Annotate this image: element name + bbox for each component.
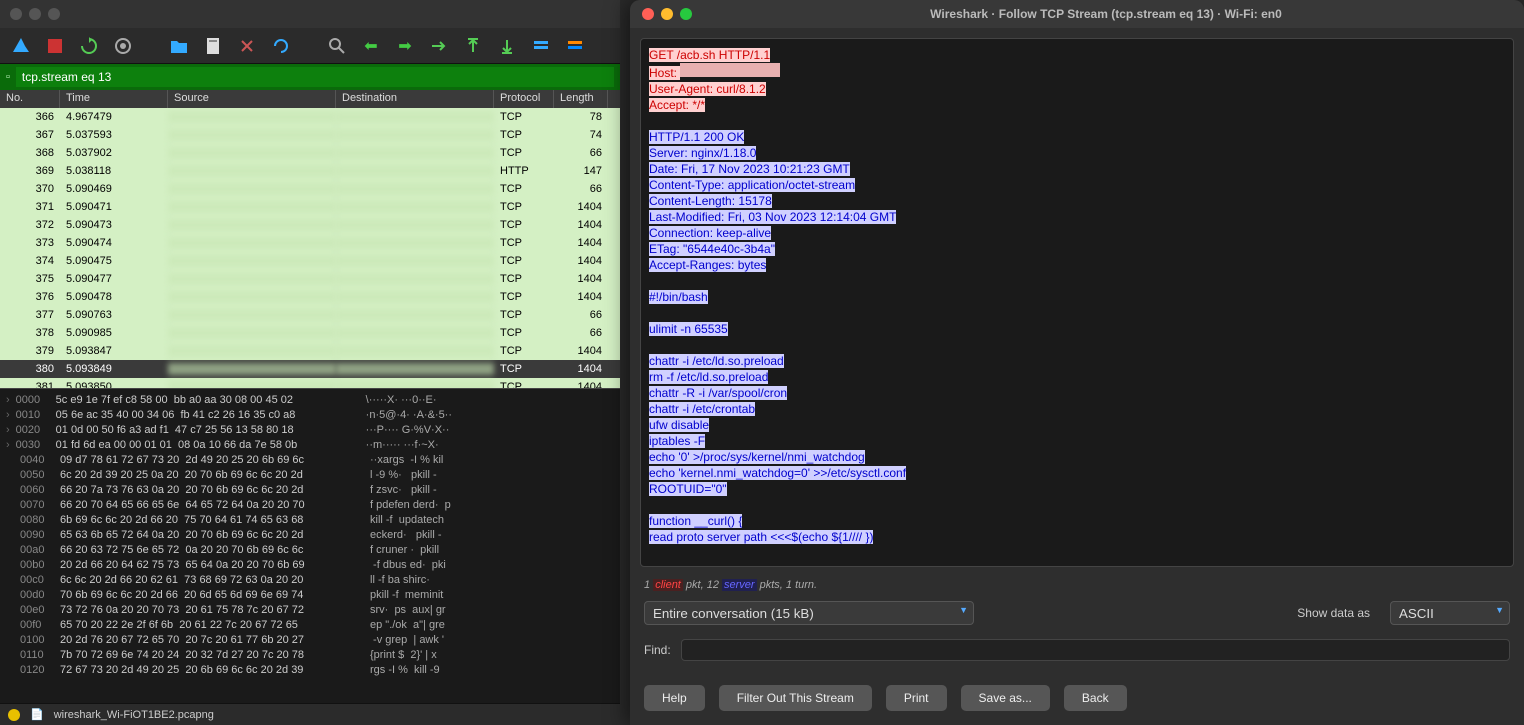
main-titlebar <box>0 0 620 28</box>
table-row[interactable]: 3695.038118 HTTP147 <box>0 162 620 180</box>
table-row[interactable]: 3705.090469 TCP66 <box>0 180 620 198</box>
table-row[interactable]: 3805.093849 TCP1404 <box>0 360 620 378</box>
table-row[interactable]: 3735.090474 TCP1404 <box>0 234 620 252</box>
reload-icon[interactable] <box>270 35 292 57</box>
close-dot[interactable] <box>10 8 22 20</box>
dialog-title: Wireshark · Follow TCP Stream (tcp.strea… <box>700 7 1512 21</box>
table-row[interactable]: 3745.090475 TCP1404 <box>0 252 620 270</box>
capture-file-icon: 📄 <box>30 708 44 721</box>
info-count1: 1 <box>644 579 650 591</box>
display-filter-input[interactable] <box>16 67 614 87</box>
wireshark-main-window: ▫ No. Time Source Destination Protocol L… <box>0 0 620 725</box>
display-filter-bar: ▫ <box>0 64 620 90</box>
colorize-icon[interactable] <box>564 35 586 57</box>
col-dest[interactable]: Destination <box>336 90 494 108</box>
go-forward-icon[interactable] <box>394 35 416 57</box>
info-server: server <box>722 579 757 591</box>
table-row[interactable]: 3785.090985 TCP66 <box>0 324 620 342</box>
table-row[interactable]: 3685.037902 TCP66 <box>0 144 620 162</box>
find-row: Find: <box>630 633 1524 675</box>
expert-info-icon[interactable] <box>8 709 20 721</box>
main-toolbar <box>0 28 620 64</box>
table-row[interactable]: 3664.967479 TCP78 <box>0 108 620 126</box>
go-back-icon[interactable] <box>360 35 382 57</box>
go-to-packet-icon[interactable] <box>428 35 450 57</box>
col-time[interactable]: Time <box>60 90 168 108</box>
print-button[interactable]: Print <box>886 685 947 711</box>
dialog-minimize-icon[interactable] <box>661 8 673 20</box>
follow-stream-dialog: Wireshark · Follow TCP Stream (tcp.strea… <box>630 0 1524 725</box>
stream-info: 1 client pkt, 12 server pkts, 1 turn. <box>630 577 1524 593</box>
filter-out-button[interactable]: Filter Out This Stream <box>719 685 872 711</box>
dialog-close-icon[interactable] <box>642 8 654 20</box>
help-button[interactable]: Help <box>644 685 705 711</box>
col-source[interactable]: Source <box>168 90 336 108</box>
open-file-icon[interactable] <box>168 35 190 57</box>
table-row[interactable]: 3675.037593 TCP74 <box>0 126 620 144</box>
find-label: Find: <box>644 643 671 657</box>
options-icon[interactable] <box>112 35 134 57</box>
packet-list[interactable]: 3664.967479 TCP783675.037593 TCP743685.0… <box>0 108 620 388</box>
dialog-titlebar: Wireshark · Follow TCP Stream (tcp.strea… <box>630 0 1524 28</box>
minimize-dot[interactable] <box>29 8 41 20</box>
dialog-button-row: Help Filter Out This Stream Print Save a… <box>630 675 1524 725</box>
dialog-traffic-lights <box>642 8 692 20</box>
shark-fin-icon[interactable] <box>10 35 32 57</box>
col-proto[interactable]: Protocol <box>494 90 554 108</box>
save-file-icon[interactable] <box>202 35 224 57</box>
stream-text[interactable]: GET /acb.sh HTTP/1.1Host: User-Agent: cu… <box>640 38 1514 567</box>
dialog-zoom-icon[interactable] <box>680 8 692 20</box>
show-data-as-select[interactable]: ASCII <box>1390 601 1510 625</box>
show-data-as-label: Show data as <box>1297 606 1370 620</box>
zoom-dot[interactable] <box>48 8 60 20</box>
packet-list-header: No. Time Source Destination Protocol Len… <box>0 90 620 108</box>
traffic-lights <box>10 8 60 20</box>
col-no[interactable]: No. <box>0 90 60 108</box>
dialog-controls-row: Entire conversation (15 kB) Show data as… <box>630 593 1524 633</box>
find-packet-icon[interactable] <box>326 35 348 57</box>
table-row[interactable]: 3795.093847 TCP1404 <box>0 342 620 360</box>
table-row[interactable]: 3775.090763 TCP66 <box>0 306 620 324</box>
close-file-icon[interactable] <box>236 35 258 57</box>
hex-dump-pane[interactable]: ›00005c e9 1e 7f ef c8 58 00 bb a0 aa 30… <box>0 388 620 703</box>
restart-capture-icon[interactable] <box>78 35 100 57</box>
find-input[interactable] <box>681 639 1510 661</box>
last-packet-icon[interactable] <box>496 35 518 57</box>
table-row[interactable]: 3755.090477 TCP1404 <box>0 270 620 288</box>
status-file-name: wireshark_Wi-FiOT1BE2.pcapng <box>54 709 214 721</box>
info-count2: pkt, 12 <box>683 579 719 591</box>
auto-scroll-icon[interactable] <box>530 35 552 57</box>
table-row[interactable]: 3725.090473 TCP1404 <box>0 216 620 234</box>
save-as-button[interactable]: Save as... <box>961 685 1050 711</box>
first-packet-icon[interactable] <box>462 35 484 57</box>
conversation-select[interactable]: Entire conversation (15 kB) <box>644 601 974 625</box>
table-row[interactable]: 3715.090471 TCP1404 <box>0 198 620 216</box>
bookmark-icon[interactable]: ▫ <box>6 71 10 83</box>
status-bar: 📄 wireshark_Wi-FiOT1BE2.pcapng <box>0 703 620 725</box>
col-len[interactable]: Length <box>554 90 608 108</box>
table-row[interactable]: 3765.090478 TCP1404 <box>0 288 620 306</box>
info-client: client <box>653 579 683 591</box>
info-turns: pkts, 1 turn. <box>757 579 818 591</box>
stop-capture-icon[interactable] <box>44 35 66 57</box>
back-button[interactable]: Back <box>1064 685 1127 711</box>
table-row[interactable]: 3815.093850 TCP1404 <box>0 378 620 388</box>
